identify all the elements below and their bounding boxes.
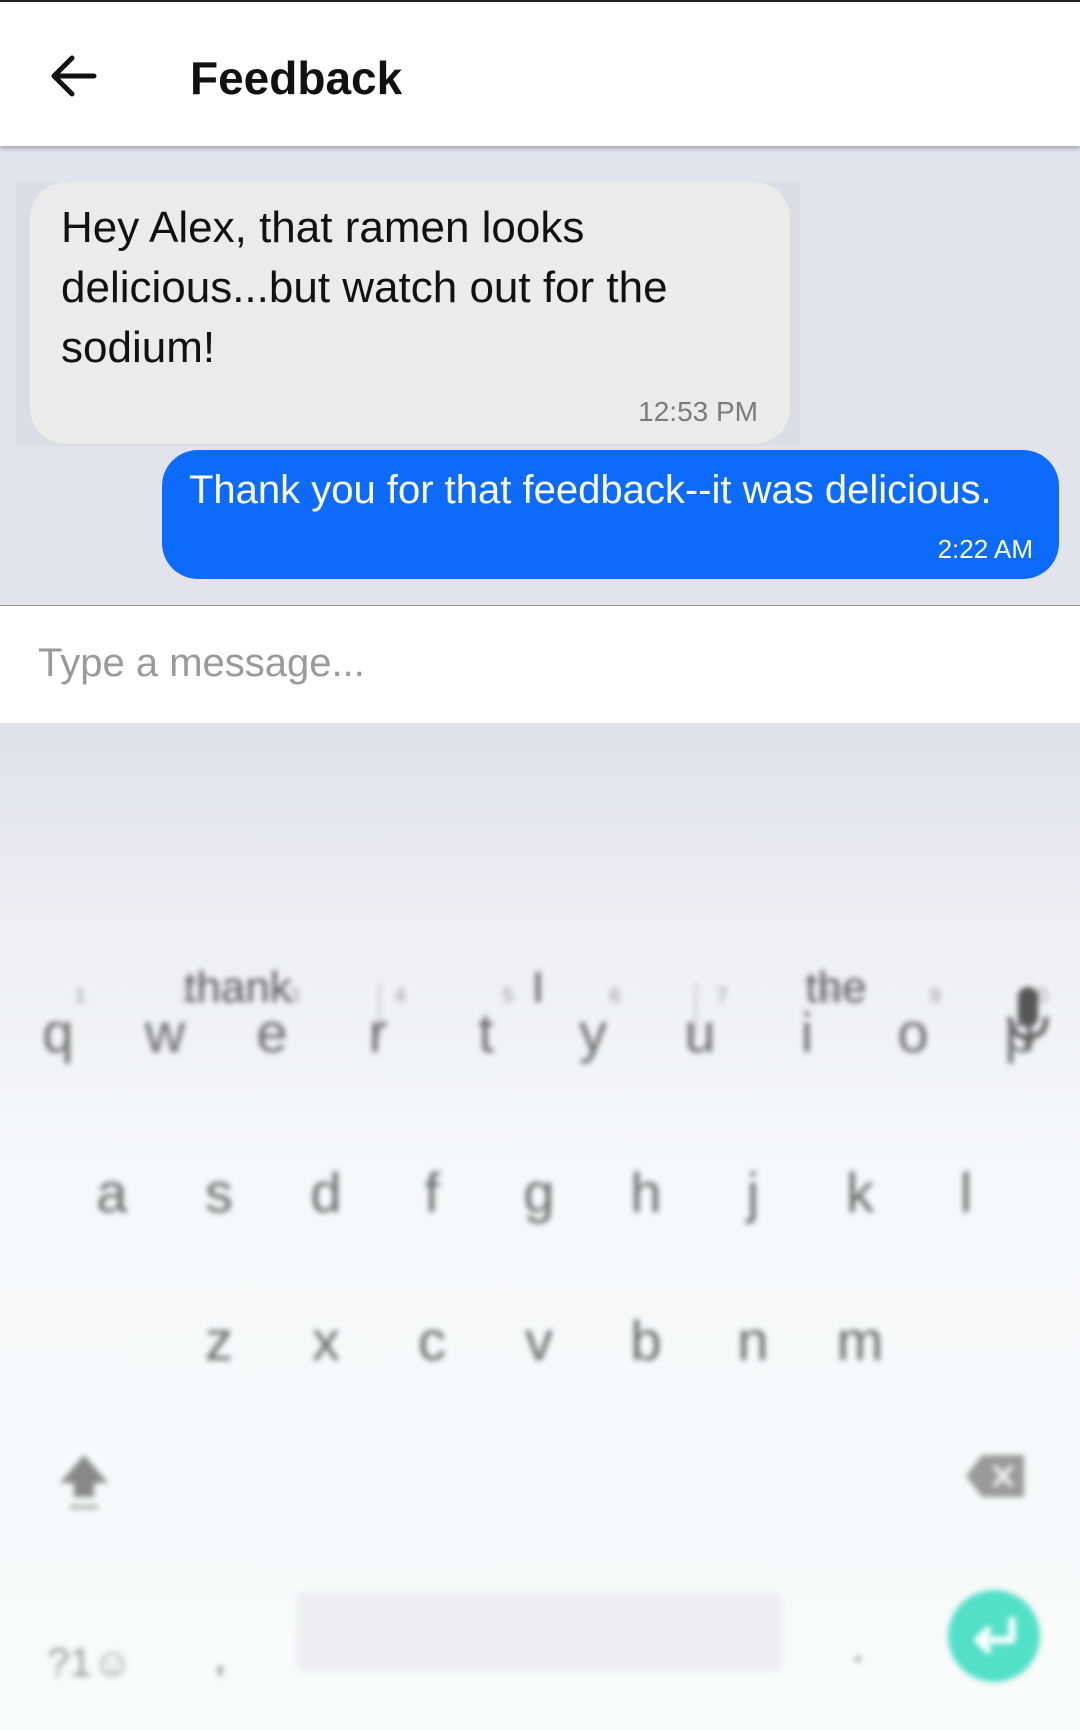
key-x[interactable]: x (286, 1306, 366, 1376)
key-n[interactable]: n (713, 1306, 793, 1376)
period-key[interactable]: . (818, 1613, 898, 1683)
shift-key[interactable] (56, 1451, 112, 1516)
key-q[interactable]: q (18, 998, 98, 1068)
key-l[interactable]: l (926, 1158, 1006, 1228)
keyboard-keys: thank I the ?1☺ , . q 1 w 2 e 3 r 4 t 5 … (0, 723, 1080, 1730)
key-c[interactable]: c (392, 1306, 472, 1376)
key-v[interactable]: v (499, 1306, 579, 1376)
message-list[interactable]: Hey Alex, that ramen looks delicious...b… (0, 146, 1080, 605)
key-f[interactable]: f (392, 1158, 472, 1228)
key-e[interactable]: e (232, 998, 312, 1068)
key-w[interactable]: w (125, 998, 205, 1068)
shift-icon (60, 1455, 108, 1509)
key-s[interactable]: s (179, 1158, 259, 1228)
key-number-hint: 3 (288, 985, 300, 1007)
message-timestamp: 2:22 AM (937, 534, 1033, 564)
app-header: Feedback (0, 0, 1080, 146)
key-u[interactable]: u (660, 998, 740, 1068)
key-k[interactable]: k (820, 1158, 900, 1228)
key-t[interactable]: t (446, 998, 526, 1068)
key-number-hint: 7 (716, 985, 728, 1007)
key-number-hint: 5 (502, 985, 514, 1007)
key-j[interactable]: j (713, 1158, 793, 1228)
message-timestamp: 12:53 PM (638, 396, 758, 427)
back-button[interactable] (44, 46, 104, 106)
key-number-hint: 0 (1036, 985, 1048, 1007)
chat-screen: Feedback Hey Alex, that ramen looks deli… (0, 0, 1080, 1730)
key-number-hint: 9 (929, 985, 941, 1007)
key-d[interactable]: d (286, 1158, 366, 1228)
key-z[interactable]: z (179, 1306, 259, 1376)
key-y[interactable]: y (553, 998, 633, 1068)
key-i[interactable]: i (767, 998, 847, 1068)
message-composer (0, 605, 1080, 723)
incoming-message-bubble[interactable]: Hey Alex, that ramen looks delicious...b… (30, 182, 790, 444)
key-b[interactable]: b (606, 1306, 686, 1376)
key-r[interactable]: r (338, 998, 418, 1068)
backspace-icon (966, 1455, 1024, 1497)
key-g[interactable]: g (499, 1158, 579, 1228)
key-number-hint: 1 (74, 985, 86, 1007)
arrow-left-icon (51, 55, 97, 97)
key-number-hint: 4 (394, 985, 406, 1007)
symbols-key[interactable]: ?1☺ (40, 1628, 140, 1698)
enter-icon (974, 1616, 1016, 1654)
message-text: Hey Alex, that ramen looks delicious...b… (61, 203, 668, 372)
key-m[interactable]: m (820, 1306, 900, 1376)
key-number-hint: 2 (181, 985, 193, 1007)
message-input[interactable] (36, 632, 1040, 694)
key-o[interactable]: o (873, 998, 953, 1068)
backspace-key[interactable] (964, 1451, 1028, 1506)
incoming-message-row: Hey Alex, that ramen looks delicious...b… (16, 182, 800, 446)
outgoing-message-bubble[interactable]: Thank you for that feedback--it was deli… (162, 450, 1059, 579)
enter-key[interactable] (948, 1590, 1040, 1682)
key-h[interactable]: h (606, 1158, 686, 1228)
key-a[interactable]: a (72, 1158, 152, 1228)
on-screen-keyboard: thank I the ?1☺ , . q 1 w 2 e 3 r 4 t 5 … (0, 723, 1080, 1730)
key-number-hint: 6 (609, 985, 621, 1007)
key-p[interactable]: p (980, 998, 1060, 1068)
message-text: Thank you for that feedback--it was deli… (189, 468, 992, 512)
comma-key[interactable]: , (180, 1623, 260, 1693)
key-number-hint: 8 (823, 985, 835, 1007)
page-title: Feedback (190, 52, 403, 104)
spacebar[interactable] (296, 1592, 782, 1672)
